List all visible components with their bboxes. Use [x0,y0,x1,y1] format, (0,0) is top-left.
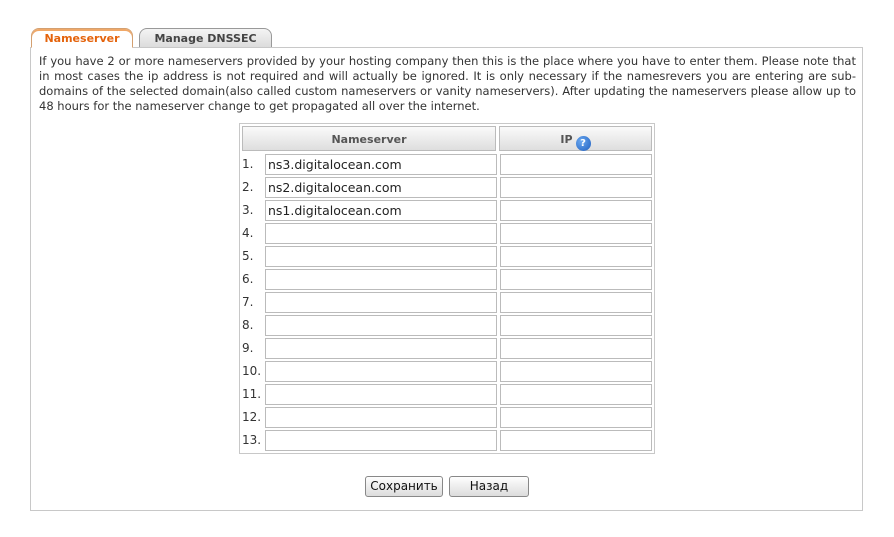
ip-input[interactable] [500,269,652,290]
nameserver-input[interactable] [265,154,497,175]
nameserver-panel: If you have 2 or more nameservers provid… [30,47,863,511]
ip-input[interactable] [500,407,652,428]
back-button[interactable]: Назад [449,476,529,497]
ip-input[interactable] [500,223,652,244]
nameserver-input[interactable] [265,430,497,451]
nameserver-table: Nameserver IP? 1. 2. 3. 4. 5. 6. 7. 8. 9. 10. 11. 1… [239,123,655,454]
row-number: 2. [242,180,254,194]
nameserver-input[interactable] [265,315,497,336]
table-row: 6. [240,269,654,292]
table-row: 2. [240,177,654,200]
row-number: 1. [242,157,254,171]
intro-text: If you have 2 or more nameservers provid… [39,54,856,113]
table-row: 12. [240,407,654,430]
nameserver-input[interactable] [265,361,497,382]
nameserver-input[interactable] [265,246,497,267]
nameserver-input[interactable] [265,200,497,221]
ip-input[interactable] [500,200,652,221]
row-number: 12. [242,410,262,424]
ip-input[interactable] [500,177,652,198]
table-row: 5. [240,246,654,269]
ip-input[interactable] [500,361,652,382]
ip-input[interactable] [500,154,652,175]
nameserver-input[interactable] [265,269,497,290]
ip-input[interactable] [500,338,652,359]
row-number: 5. [242,249,254,263]
tab-nameserver[interactable]: Nameserver [31,28,133,48]
column-header-ip: IP? [499,126,652,151]
table-row: 4. [240,223,654,246]
tab-manage-dnssec[interactable]: Manage DNSSEC [139,28,272,47]
nameserver-input[interactable] [265,223,497,244]
nameserver-input[interactable] [265,292,497,313]
nameserver-input[interactable] [265,177,497,198]
help-icon[interactable]: ? [575,136,591,151]
row-number: 7. [242,295,254,309]
row-number: 9. [242,341,254,355]
row-number: 13. [242,433,262,447]
ip-input[interactable] [500,430,652,451]
nameserver-input[interactable] [265,407,497,428]
ip-input[interactable] [500,292,652,313]
table-row: 7. [240,292,654,315]
ip-input[interactable] [500,246,652,267]
nameserver-input[interactable] [265,338,497,359]
table-row: 10. [240,361,654,384]
table-row: 11. [240,384,654,407]
nameserver-input[interactable] [265,384,497,405]
table-row: 1. [240,154,654,177]
column-header-ip-label: IP [560,133,573,146]
table-row: 8. [240,315,654,338]
column-header-nameserver: Nameserver [242,126,496,151]
row-number: 4. [242,226,254,240]
ip-input[interactable] [500,315,652,336]
save-button[interactable]: Сохранить [365,476,443,497]
row-number: 10. [242,364,262,378]
row-number: 8. [242,318,254,332]
table-row: 3. [240,200,654,223]
column-header-nameserver-label: Nameserver [331,133,407,146]
ip-input[interactable] [500,384,652,405]
row-number: 3. [242,203,254,217]
row-number: 6. [242,272,254,286]
table-row: 9. [240,338,654,361]
table-row: 13. [240,430,654,453]
row-number: 11. [242,387,262,401]
